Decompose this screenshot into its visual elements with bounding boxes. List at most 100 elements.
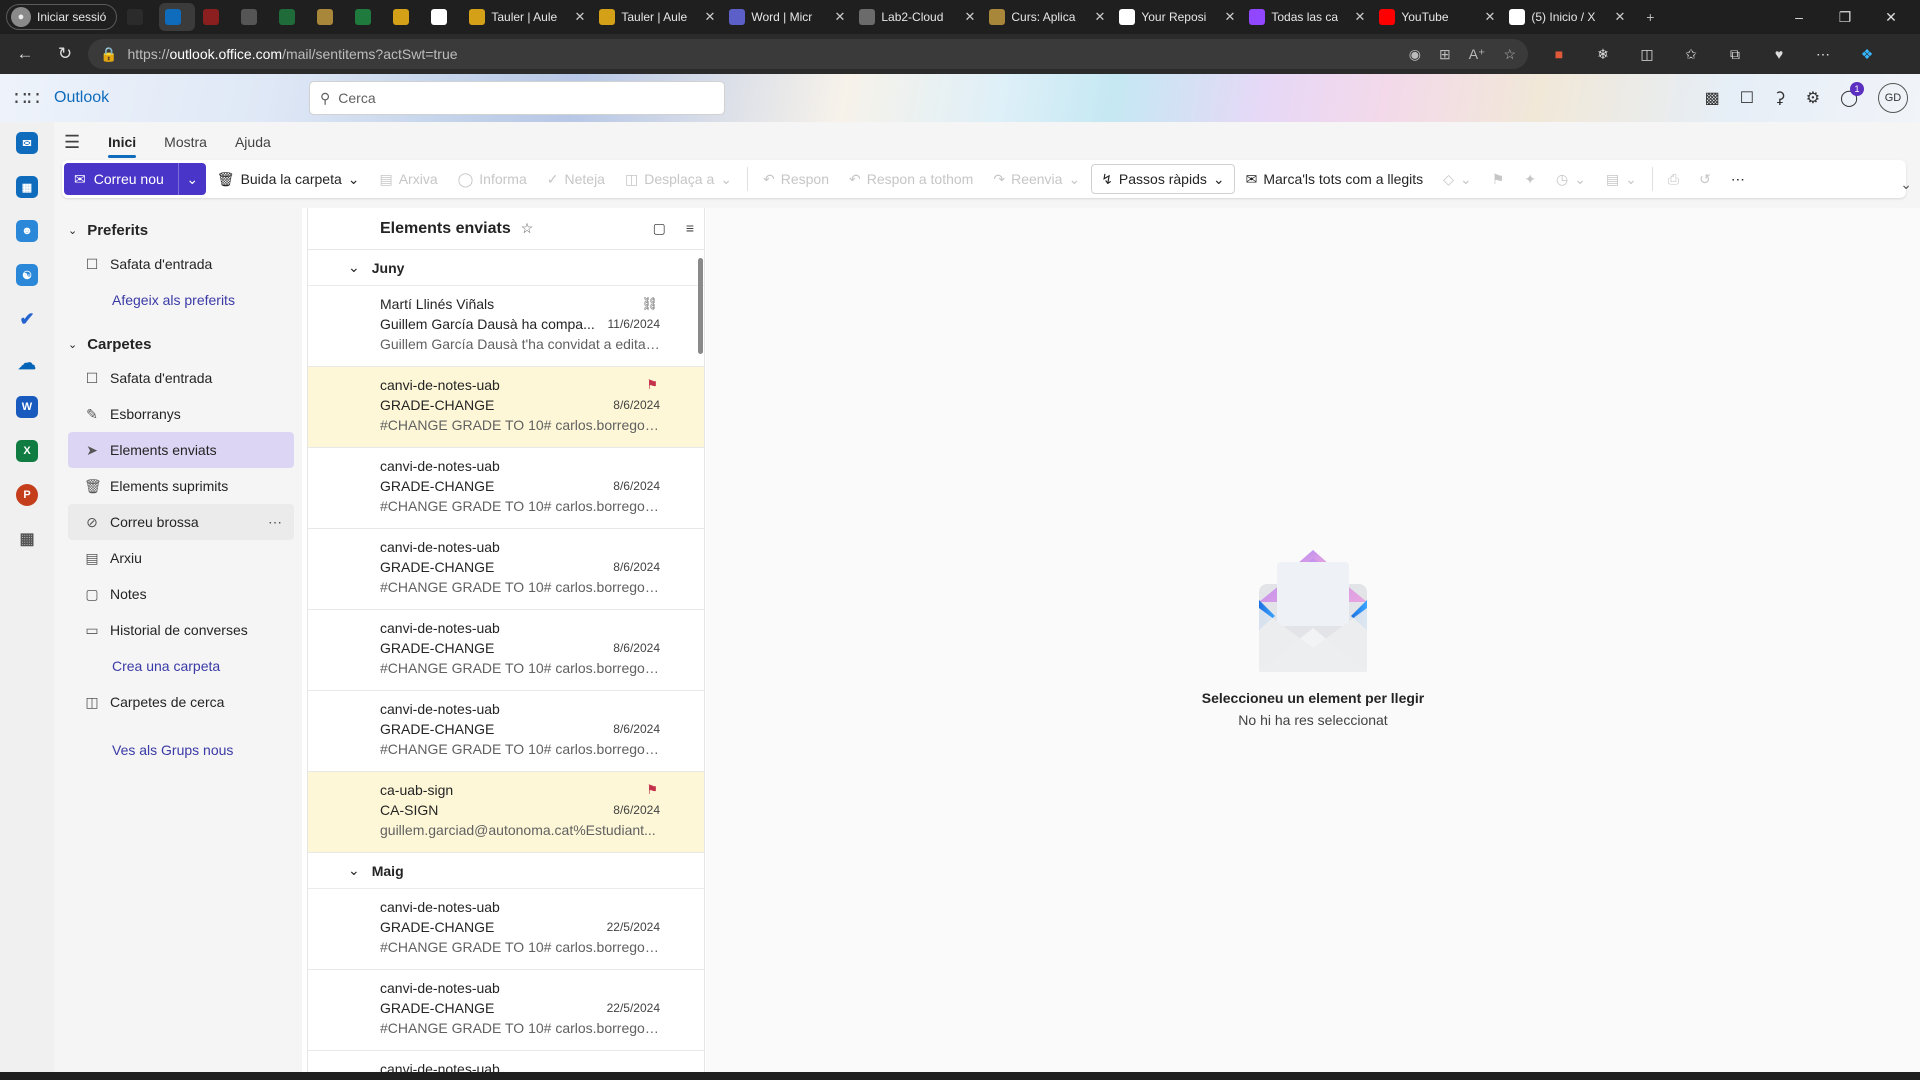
rules-button[interactable]: ▤ ⌄: [1597, 163, 1646, 195]
browser-tab[interactable]: [425, 3, 461, 31]
folder-more-icon[interactable]: ⋯: [268, 514, 282, 531]
browser-tab[interactable]: Tauler | Aule ✕: [593, 3, 721, 31]
more-options-button[interactable]: ⋯: [1722, 163, 1754, 195]
message-item[interactable]: canvi-de-notes-uab: [308, 1051, 704, 1072]
close-tab-icon[interactable]: ✕: [1614, 9, 1625, 25]
folder-item[interactable]: ▭ Historial de converses: [68, 612, 294, 648]
tab-view[interactable]: Mostra: [164, 128, 207, 156]
reply-all-button[interactable]: ↶ Respon a tothom: [840, 163, 982, 195]
flag-icon[interactable]: ⚑: [646, 377, 658, 393]
browser-tab[interactable]: Your Reposi ✕: [1113, 3, 1241, 31]
filter-icon[interactable]: ≡: [686, 220, 694, 237]
close-tab-icon[interactable]: ✕: [1224, 9, 1235, 25]
menu-dots-icon[interactable]: ⋯: [1808, 46, 1838, 63]
new-mail-button[interactable]: ✉ Correu nou: [64, 163, 178, 195]
close-window-icon[interactable]: ✕: [1868, 1, 1914, 33]
folder-item[interactable]: ⊘ Correu brossa ⋯: [68, 504, 294, 540]
message-item[interactable]: canvi-de-notes-uab GRADE-CHANGE 8/6/2024 #C…: [308, 448, 704, 529]
browser-tab[interactable]: (5) Inicio / X ✕: [1503, 3, 1631, 31]
browser-tab[interactable]: [197, 3, 233, 31]
mark-all-read-button[interactable]: ✉ Marca'ls tots com a llegits: [1237, 163, 1433, 195]
account-avatar[interactable]: GD: [1878, 83, 1908, 113]
select-icon[interactable]: ▢: [653, 220, 666, 237]
snooze-button[interactable]: ◷ ⌄: [1547, 163, 1595, 195]
favorites-icon[interactable]: ✩: [1676, 46, 1706, 63]
browser-tab[interactable]: Tauler | Aule ✕: [463, 3, 591, 31]
folder-item[interactable]: 🗑 Elements suprimits: [68, 468, 294, 504]
tracking-icon[interactable]: ◉: [1409, 46, 1421, 63]
print-button[interactable]: ⎙: [1659, 163, 1688, 195]
scrollbar[interactable]: [698, 258, 703, 354]
search-box[interactable]: ⚲ Cerca: [310, 82, 724, 114]
flag-button[interactable]: ⚑: [1483, 163, 1514, 195]
message-item[interactable]: canvi-de-notes-uab GRADE-CHANGE 8/6/2024 #C…: [308, 610, 704, 691]
hamburger-icon[interactable]: ☰: [64, 132, 80, 153]
my-day-icon[interactable]: ☐: [1740, 88, 1754, 108]
browser-tab[interactable]: [235, 3, 271, 31]
close-tab-icon[interactable]: ✕: [704, 9, 715, 25]
undo-button[interactable]: ↺: [1690, 163, 1720, 195]
favorites-header[interactable]: ⌄ Preferits: [54, 214, 302, 246]
folder-item[interactable]: ☐ Safata d'entrada: [68, 360, 294, 396]
profile-button[interactable]: ● Iniciar sessió: [6, 4, 118, 30]
chevron-down-icon[interactable]: ⌄: [177, 163, 206, 195]
message-item[interactable]: canvi-de-notes-uab GRADE-CHANGE 8/6/2024 #C…: [308, 529, 704, 610]
new-groups-link[interactable]: Ves als Grups nous: [54, 732, 302, 768]
search-folders-item[interactable]: ◫ Carpetes de cerca: [68, 684, 294, 720]
sweep-button[interactable]: ✓ Neteja: [538, 163, 614, 195]
extensions-icon[interactable]: ❄: [1588, 46, 1618, 63]
folder-item[interactable]: ▢ Notes: [68, 576, 294, 612]
date-group-header[interactable]: ⌄ Maig: [308, 853, 704, 889]
browser-essentials-icon[interactable]: ♥: [1764, 46, 1794, 62]
date-group-header[interactable]: ⌄ Juny: [308, 250, 704, 286]
todo-app-icon[interactable]: ✔: [16, 308, 38, 330]
create-folder-link[interactable]: Crea una carpeta: [54, 648, 302, 684]
browser-tab[interactable]: Lab2-Cloud ✕: [853, 3, 981, 31]
archive-button[interactable]: ▤ Arxiva: [370, 163, 446, 195]
star-icon[interactable]: ☆: [521, 220, 534, 237]
powerpoint-app-icon[interactable]: P: [16, 484, 38, 506]
pin-button[interactable]: ✦: [1515, 163, 1545, 195]
calendar-app-icon[interactable]: ▦: [16, 176, 38, 198]
tips-icon[interactable]: ◯ 1: [1840, 82, 1864, 108]
refresh-icon[interactable]: ↻: [48, 38, 82, 70]
close-tab-icon[interactable]: ✕: [1484, 9, 1495, 25]
extension-flag-icon[interactable]: ■: [1544, 46, 1574, 62]
more-apps-icon[interactable]: ▦: [16, 528, 38, 550]
browser-tab[interactable]: [121, 3, 157, 31]
address-bar[interactable]: 🔒 https://outlook.office.com/mail/sentit…: [88, 39, 1528, 69]
word-app-icon[interactable]: W: [16, 396, 38, 418]
close-tab-icon[interactable]: ✕: [1354, 9, 1365, 25]
browser-tab[interactable]: Curs: Aplica ✕: [983, 3, 1111, 31]
settings-gear-icon[interactable]: ⚙: [1806, 88, 1820, 108]
bell-icon[interactable]: ⚳: [1774, 88, 1786, 108]
back-icon[interactable]: ←: [8, 38, 42, 70]
empty-folder-button[interactable]: 🗑 Buida la carpeta ⌄: [208, 163, 369, 195]
forward-button[interactable]: ↷ Reenvia ⌄: [984, 163, 1089, 195]
favorite-star-icon[interactable]: ☆: [1503, 46, 1516, 63]
message-item[interactable]: canvi-de-notes-uab GRADE-CHANGE 8/6/2024 #C…: [308, 367, 704, 448]
browser-tab[interactable]: [273, 3, 309, 31]
folder-item[interactable]: ▤ Arxiu: [68, 540, 294, 576]
groups-app-icon[interactable]: ☯: [16, 264, 38, 286]
read-aloud-icon[interactable]: A⁺: [1469, 46, 1486, 63]
restore-icon[interactable]: ❐: [1822, 1, 1868, 33]
people-app-icon[interactable]: ☻: [16, 220, 38, 242]
quick-steps-button[interactable]: ↯ Passos ràpids ⌄: [1091, 164, 1235, 194]
folder-item[interactable]: ✎ Esborranys: [68, 396, 294, 432]
teams-icon[interactable]: ▩: [1705, 88, 1720, 108]
move-to-button[interactable]: ◫ Desplaça a ⌄: [616, 163, 741, 195]
browser-tab[interactable]: [387, 3, 423, 31]
expand-ribbon-icon[interactable]: ⌄: [1900, 176, 1912, 193]
reply-button[interactable]: ↶ Respon: [754, 163, 838, 195]
close-tab-icon[interactable]: ✕: [834, 9, 845, 25]
message-item[interactable]: ca-uab-sign CA-SIGN 8/6/2024 guillem.garcia…: [308, 772, 704, 853]
mail-app-icon[interactable]: ✉: [16, 132, 38, 154]
message-item[interactable]: Martí Llinés Viñals Guillem García Dausà …: [308, 286, 704, 367]
onedrive-app-icon[interactable]: ☁: [16, 352, 38, 374]
browser-tab[interactable]: [159, 3, 196, 31]
browser-tab[interactable]: Word | Micr ✕: [723, 3, 851, 31]
browser-tab[interactable]: YouTube ✕: [1373, 3, 1501, 31]
browser-tab[interactable]: Todas las ca ✕: [1243, 3, 1371, 31]
browser-tab[interactable]: [349, 3, 385, 31]
